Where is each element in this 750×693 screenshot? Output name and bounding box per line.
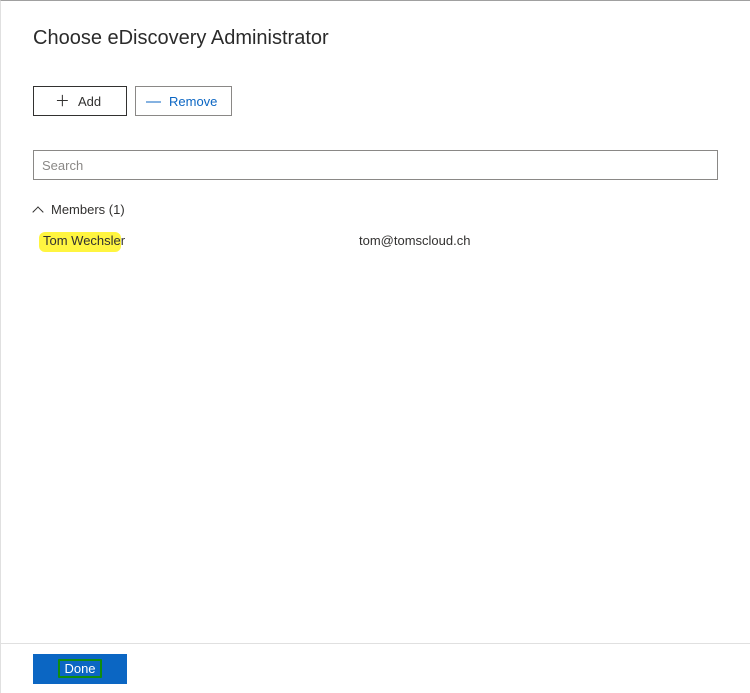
page-title: Choose eDiscovery Administrator <box>33 27 718 50</box>
chevron-up-icon <box>33 205 43 215</box>
member-row[interactable]: Tom Wechsler tom@tomscloud.ch <box>33 231 718 252</box>
panel-content: Choose eDiscovery Administrator ＋ Add — … <box>1 1 750 252</box>
member-name-text: Tom Wechsler <box>43 233 125 248</box>
highlight-marker <box>58 659 101 678</box>
footer-bar: Done <box>1 643 750 693</box>
member-email: tom@tomscloud.ch <box>359 233 470 248</box>
members-header-label: Members (1) <box>51 202 125 217</box>
add-button-label: Add <box>78 94 101 109</box>
search-input[interactable] <box>33 150 718 180</box>
remove-button-label: Remove <box>169 94 217 109</box>
done-button[interactable]: Done <box>33 654 127 684</box>
add-button[interactable]: ＋ Add <box>33 86 127 116</box>
member-name: Tom Wechsler <box>43 233 359 248</box>
toolbar: ＋ Add — Remove <box>33 86 718 116</box>
remove-button[interactable]: — Remove <box>135 86 232 116</box>
plus-icon: ＋ <box>55 94 70 109</box>
minus-icon: — <box>146 94 161 109</box>
members-toggle[interactable]: Members (1) <box>33 202 125 217</box>
